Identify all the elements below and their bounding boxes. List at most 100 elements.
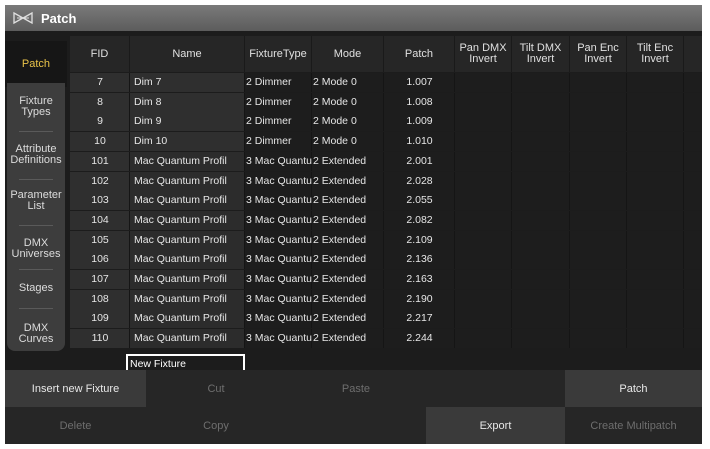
invert-cell[interactable] bbox=[455, 270, 512, 289]
column-header-name[interactable]: Name bbox=[130, 36, 245, 72]
invert-cell[interactable] bbox=[455, 112, 512, 131]
table-row[interactable]: 110 Mac Quantum Profil 3 Mac Quantum2 Exte… bbox=[70, 329, 702, 349]
table-row[interactable]: 7 Dim 7 2 Dimmer 2 Mode 0 1.007 bbox=[70, 73, 702, 92]
invert-cell[interactable] bbox=[512, 152, 570, 171]
invert-cell[interactable] bbox=[512, 211, 570, 230]
column-header-fixture-type[interactable]: FixtureType bbox=[245, 36, 312, 72]
fixture-type-cell: 3 Mac Quantum bbox=[246, 154, 312, 167]
sidebar-item-dmx-curves[interactable]: DMX Curves bbox=[5, 314, 67, 354]
sidebar-item-dmx-universes[interactable]: DMX Universes bbox=[5, 229, 67, 269]
invert-cell[interactable] bbox=[512, 132, 570, 151]
insert-new-fixture-button[interactable]: Insert new Fixture bbox=[5, 370, 146, 407]
invert-cell[interactable] bbox=[627, 93, 684, 112]
sidebar-item-stages[interactable]: Stages bbox=[5, 268, 67, 308]
column-header-mode[interactable]: Mode bbox=[312, 36, 384, 72]
column-header-fid[interactable]: FID bbox=[70, 36, 130, 72]
table-row[interactable]: 10 Dim 10 2 Dimmer 2 Mode 0 1.010 bbox=[70, 132, 702, 152]
invert-cell[interactable] bbox=[570, 191, 627, 210]
sidebar-item-patch[interactable]: Patch bbox=[5, 41, 67, 87]
sidebar-item-fixture-types[interactable]: Fixture Types bbox=[5, 87, 67, 127]
copy-button[interactable]: Copy bbox=[146, 407, 286, 444]
invert-cell[interactable] bbox=[512, 231, 570, 250]
invert-cell[interactable] bbox=[455, 309, 512, 328]
create-multipatch-button[interactable]: Create Multipatch bbox=[565, 407, 702, 444]
table-row[interactable]: 101 Mac Quantum Profil 3 Mac Quantum2 Exte… bbox=[70, 151, 702, 171]
invert-cell[interactable] bbox=[627, 290, 684, 309]
invert-cell[interactable] bbox=[570, 112, 627, 131]
name-cell: Mac Quantum Profil bbox=[134, 174, 227, 187]
invert-cell[interactable] bbox=[455, 250, 512, 269]
invert-cell[interactable] bbox=[627, 172, 684, 191]
patch-button[interactable]: Patch bbox=[565, 370, 702, 407]
column-header-tilt-enc-invert[interactable]: Tilt Enc Invert bbox=[627, 36, 684, 72]
invert-cell[interactable] bbox=[512, 73, 570, 92]
column-header-pan-dmx-invert[interactable]: Pan DMX Invert bbox=[455, 36, 512, 72]
invert-cell[interactable] bbox=[570, 231, 627, 250]
invert-cell[interactable] bbox=[455, 191, 512, 210]
invert-cell[interactable] bbox=[455, 231, 512, 250]
invert-cell[interactable] bbox=[455, 93, 512, 112]
invert-cell[interactable] bbox=[455, 132, 512, 151]
invert-cell[interactable] bbox=[570, 172, 627, 191]
fid-cell: 104 bbox=[91, 213, 109, 226]
table-row[interactable]: 102 Mac Quantum Profil 3 Mac Quantum2 Exte… bbox=[70, 171, 702, 191]
paste-button[interactable]: Paste bbox=[286, 370, 426, 407]
cut-button[interactable]: Cut bbox=[146, 370, 286, 407]
delete-button[interactable]: Delete bbox=[5, 407, 146, 444]
invert-cell[interactable] bbox=[512, 172, 570, 191]
invert-cell[interactable] bbox=[512, 270, 570, 289]
invert-cell[interactable] bbox=[570, 211, 627, 230]
column-header-tilt-dmx-invert[interactable]: Tilt DMX Invert bbox=[512, 36, 570, 72]
table-row[interactable]: 105 Mac Quantum Profil 3 Mac Quantum2 Exte… bbox=[70, 230, 702, 250]
table-row[interactable]: 104 Mac Quantum Profil 3 Mac Quantum2 Exte… bbox=[70, 210, 702, 230]
invert-cell[interactable] bbox=[512, 329, 570, 348]
invert-cell[interactable] bbox=[627, 73, 684, 92]
invert-cell[interactable] bbox=[570, 309, 627, 328]
sidebar-item-attribute-definitions[interactable]: Attribute Definitions bbox=[5, 135, 67, 175]
sidebar-divider bbox=[19, 225, 53, 226]
table-row[interactable]: 109 Mac Quantum Profil 3 Mac Quantum2 Exte… bbox=[70, 309, 702, 329]
invert-cell[interactable] bbox=[512, 250, 570, 269]
export-button[interactable]: Export bbox=[426, 407, 565, 444]
invert-cell[interactable] bbox=[627, 250, 684, 269]
invert-cell[interactable] bbox=[455, 152, 512, 171]
invert-cell[interactable] bbox=[627, 191, 684, 210]
invert-cell[interactable] bbox=[512, 191, 570, 210]
table-row[interactable]: 106 Mac Quantum Profil 3 Mac Quantum2 Exte… bbox=[70, 250, 702, 270]
invert-cell[interactable] bbox=[627, 132, 684, 151]
invert-cell[interactable] bbox=[570, 290, 627, 309]
invert-cell[interactable] bbox=[570, 329, 627, 348]
table-row[interactable]: 108 Mac Quantum Profil 3 Mac Quantum2 Exte… bbox=[70, 289, 702, 309]
invert-cell[interactable] bbox=[455, 290, 512, 309]
invert-cell[interactable] bbox=[570, 93, 627, 112]
fixture-type-cell: 2 Dimmer bbox=[246, 95, 292, 108]
column-header-patch[interactable]: Patch bbox=[384, 36, 455, 72]
invert-cell[interactable] bbox=[512, 93, 570, 112]
invert-cell[interactable] bbox=[512, 309, 570, 328]
table-row[interactable]: 8 Dim 8 2 Dimmer 2 Mode 0 1.008 bbox=[70, 92, 702, 112]
table-row[interactable]: 107 Mac Quantum Profil 3 Mac Quantum2 Exte… bbox=[70, 270, 702, 289]
invert-cell[interactable] bbox=[455, 329, 512, 348]
invert-cell[interactable] bbox=[627, 112, 684, 131]
invert-cell[interactable] bbox=[627, 211, 684, 230]
invert-cell[interactable] bbox=[512, 290, 570, 309]
invert-cell[interactable] bbox=[570, 152, 627, 171]
fid-cell: 106 bbox=[91, 253, 109, 266]
invert-cell[interactable] bbox=[627, 152, 684, 171]
invert-cell[interactable] bbox=[627, 329, 684, 348]
invert-cell[interactable] bbox=[627, 231, 684, 250]
invert-cell[interactable] bbox=[627, 270, 684, 289]
table-row[interactable]: 9 Dim 9 2 Dimmer 2 Mode 0 1.009 bbox=[70, 112, 702, 132]
table-row[interactable]: 103 Mac Quantum Profil 3 Mac Quantum2 Exte… bbox=[70, 191, 702, 211]
column-header-pan-enc-invert[interactable]: Pan Enc Invert bbox=[570, 36, 627, 72]
invert-cell[interactable] bbox=[570, 132, 627, 151]
invert-cell[interactable] bbox=[455, 211, 512, 230]
invert-cell[interactable] bbox=[455, 172, 512, 191]
invert-cell[interactable] bbox=[627, 309, 684, 328]
invert-cell[interactable] bbox=[455, 73, 512, 92]
invert-cell[interactable] bbox=[570, 270, 627, 289]
invert-cell[interactable] bbox=[570, 73, 627, 92]
invert-cell[interactable] bbox=[512, 112, 570, 131]
invert-cell[interactable] bbox=[570, 250, 627, 269]
sidebar-item-parameter-list[interactable]: Parameter List bbox=[5, 181, 67, 221]
